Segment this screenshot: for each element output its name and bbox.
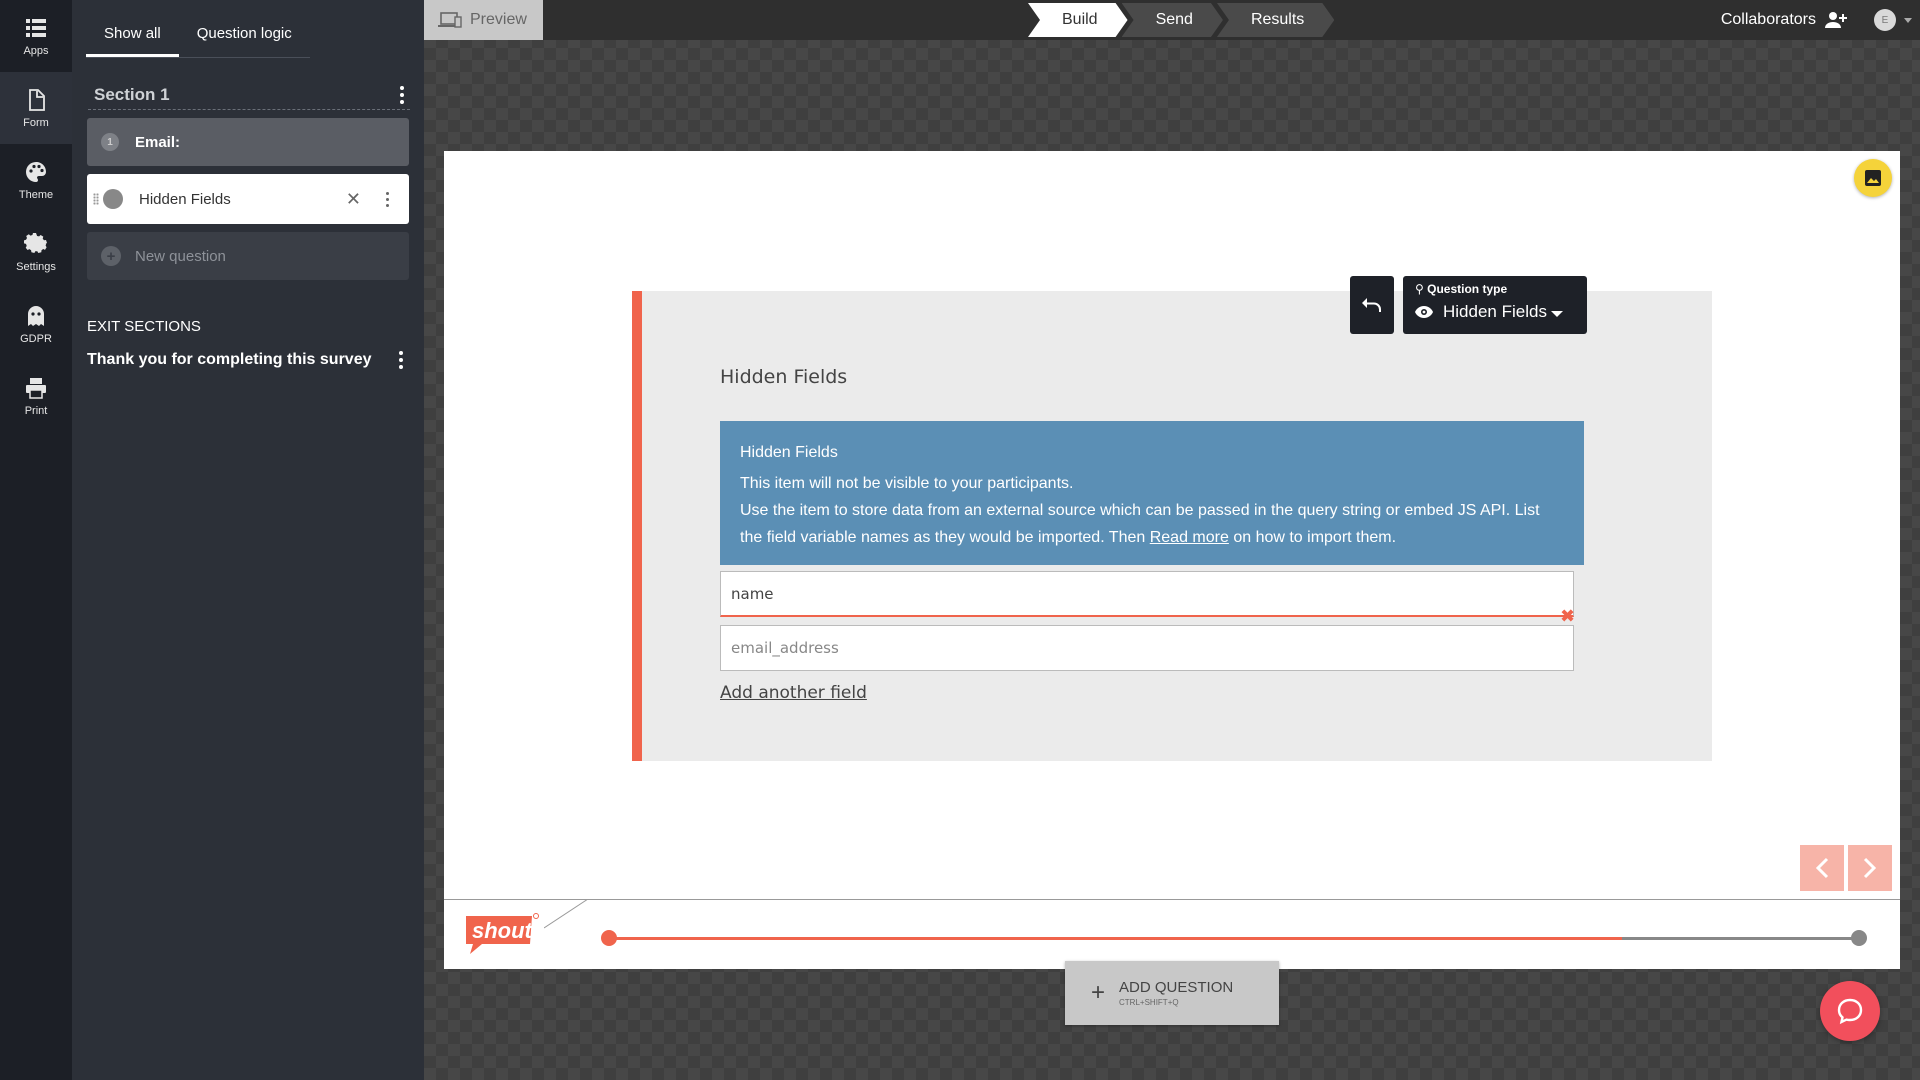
previous-button[interactable] xyxy=(1800,845,1844,891)
collaborators-button[interactable]: Collaborators xyxy=(1721,0,1848,40)
gear-icon xyxy=(24,232,47,253)
printer-icon xyxy=(26,377,46,399)
question-menu-icon[interactable] xyxy=(379,191,395,207)
section-menu-icon[interactable] xyxy=(394,85,410,104)
question-sidebar: Show all Question logic Section 1 1 Emai… xyxy=(72,0,424,1080)
chat-bubble-icon xyxy=(1837,998,1863,1025)
top-bar: Preview Build Send Results Collaborators… xyxy=(424,0,1920,40)
progress-start-dot xyxy=(601,930,617,946)
devices-icon xyxy=(438,12,462,28)
sidebar-question-hidden-fields[interactable]: Hidden Fields ✕ xyxy=(87,174,409,224)
undo-button[interactable] xyxy=(1350,276,1394,334)
rail-settings[interactable]: Settings xyxy=(0,216,72,288)
section-header: Section 1 xyxy=(88,80,410,110)
rail-print-label: Print xyxy=(24,404,48,417)
info-title: Hidden Fields xyxy=(740,444,838,461)
apps-icon xyxy=(26,18,46,37)
undo-icon xyxy=(1362,298,1381,312)
add-user-icon xyxy=(1825,12,1847,28)
chevron-right-icon xyxy=(1863,857,1877,879)
background-image-button[interactable] xyxy=(1854,159,1892,197)
image-icon xyxy=(1865,170,1881,186)
step-build[interactable]: Build xyxy=(1028,3,1128,37)
plus-icon: + xyxy=(1091,979,1106,1006)
progress-end-dot xyxy=(1851,930,1867,946)
form-page: ⚲ Question type Hidden Fields Hidden Fie… xyxy=(444,151,1900,969)
chevron-down-icon xyxy=(1551,311,1563,317)
preview-label: Preview xyxy=(470,11,527,28)
sidebar-question-email[interactable]: 1 Email: xyxy=(87,118,409,166)
rail-gdpr[interactable]: GDPR xyxy=(0,288,72,360)
card-accent-bar xyxy=(632,291,642,761)
add-question-label: ADD QUESTION xyxy=(1119,979,1234,996)
palette-icon xyxy=(26,161,46,182)
read-more-link[interactable]: Read more xyxy=(1150,529,1229,546)
new-question-label: New question xyxy=(135,247,226,265)
next-button[interactable] xyxy=(1848,845,1892,891)
question-type-dropdown[interactable]: ⚲ Question type Hidden Fields xyxy=(1403,276,1587,334)
exit-section-item[interactable]: Thank you for completing this survey xyxy=(87,351,409,369)
footer-notch xyxy=(544,899,589,929)
icon-rail: Apps Form Theme Settings GDPR Print xyxy=(0,0,72,1080)
info-line-2: Use the item to store data from an exter… xyxy=(740,502,1540,546)
rail-apps[interactable]: Apps xyxy=(0,0,72,72)
add-question-shortcut: CTRL+SHIFT+Q xyxy=(1119,998,1179,1007)
rail-print[interactable]: Print xyxy=(0,360,72,432)
collaborators-label: Collaborators xyxy=(1720,11,1816,28)
document-icon xyxy=(29,88,45,111)
exit-section-menu-icon[interactable] xyxy=(393,351,409,369)
footer-divider xyxy=(444,899,1900,900)
question-circle-icon xyxy=(103,189,123,209)
add-question-text: ADD QUESTION CTRL+SHIFT+Q xyxy=(1119,979,1233,1007)
progress-bar xyxy=(601,930,1867,946)
page-navigation xyxy=(1800,845,1892,891)
hidden-field-email-input[interactable] xyxy=(720,625,1574,671)
shout-logo: shout xyxy=(466,913,539,954)
sidebar-tabs: Show all Question logic xyxy=(86,18,310,58)
exit-sections-label: EXIT SECTIONS xyxy=(87,318,201,335)
rail-settings-label: Settings xyxy=(16,260,56,273)
ghost-icon xyxy=(28,305,44,326)
rail-theme-label: Theme xyxy=(18,188,54,201)
exit-section-title: Thank you for completing this survey xyxy=(87,351,372,368)
question-label: Hidden Fields xyxy=(139,190,231,208)
rail-gdpr-label: GDPR xyxy=(20,332,52,345)
step-send[interactable]: Send xyxy=(1122,3,1223,37)
logo-text: shout xyxy=(472,918,534,943)
step-results[interactable]: Results xyxy=(1217,3,1334,37)
avatar[interactable]: E xyxy=(1874,9,1896,31)
close-icon[interactable]: ✕ xyxy=(346,189,361,210)
rail-theme[interactable]: Theme xyxy=(0,144,72,216)
info-line-1: This item will not be visible to your pa… xyxy=(740,475,1074,492)
progress-fill xyxy=(609,937,1622,940)
chevron-left-icon xyxy=(1815,857,1829,879)
plus-icon: + xyxy=(101,246,121,266)
rail-form[interactable]: Form xyxy=(0,72,72,144)
new-question-button[interactable]: + New question xyxy=(87,232,409,280)
delete-field-icon[interactable]: ✖ xyxy=(1560,606,1575,627)
question-type-value: Hidden Fields xyxy=(1415,302,1547,322)
question-card[interactable]: ⚲ Question type Hidden Fields Hidden Fie… xyxy=(632,276,1712,761)
question-type-label: ⚲ Question type xyxy=(1415,282,1508,296)
drag-handle-icon[interactable] xyxy=(93,193,99,205)
section-title[interactable]: Section 1 xyxy=(94,85,170,105)
question-title[interactable]: Hidden Fields xyxy=(720,366,847,388)
workflow-steps: Build Send Results xyxy=(1028,3,1328,37)
eye-icon xyxy=(1415,306,1433,318)
hidden-field-name-input[interactable] xyxy=(720,571,1574,617)
rail-form-label: Form xyxy=(23,116,49,129)
question-label: Email: xyxy=(135,133,181,151)
help-chat-button[interactable] xyxy=(1820,981,1880,1041)
rail-apps-label: Apps xyxy=(23,44,49,57)
preview-button[interactable]: Preview xyxy=(424,0,543,40)
add-another-field-link[interactable]: Add another field xyxy=(720,683,867,703)
question-number: 1 xyxy=(101,133,119,151)
add-question-button[interactable]: + ADD QUESTION CTRL+SHIFT+Q xyxy=(1065,961,1279,1025)
tab-show-all[interactable]: Show all xyxy=(86,18,179,57)
hidden-fields-info: Hidden Fields This item will not be visi… xyxy=(720,421,1584,565)
chevron-down-icon[interactable] xyxy=(1904,18,1912,23)
tab-question-logic[interactable]: Question logic xyxy=(179,18,310,57)
